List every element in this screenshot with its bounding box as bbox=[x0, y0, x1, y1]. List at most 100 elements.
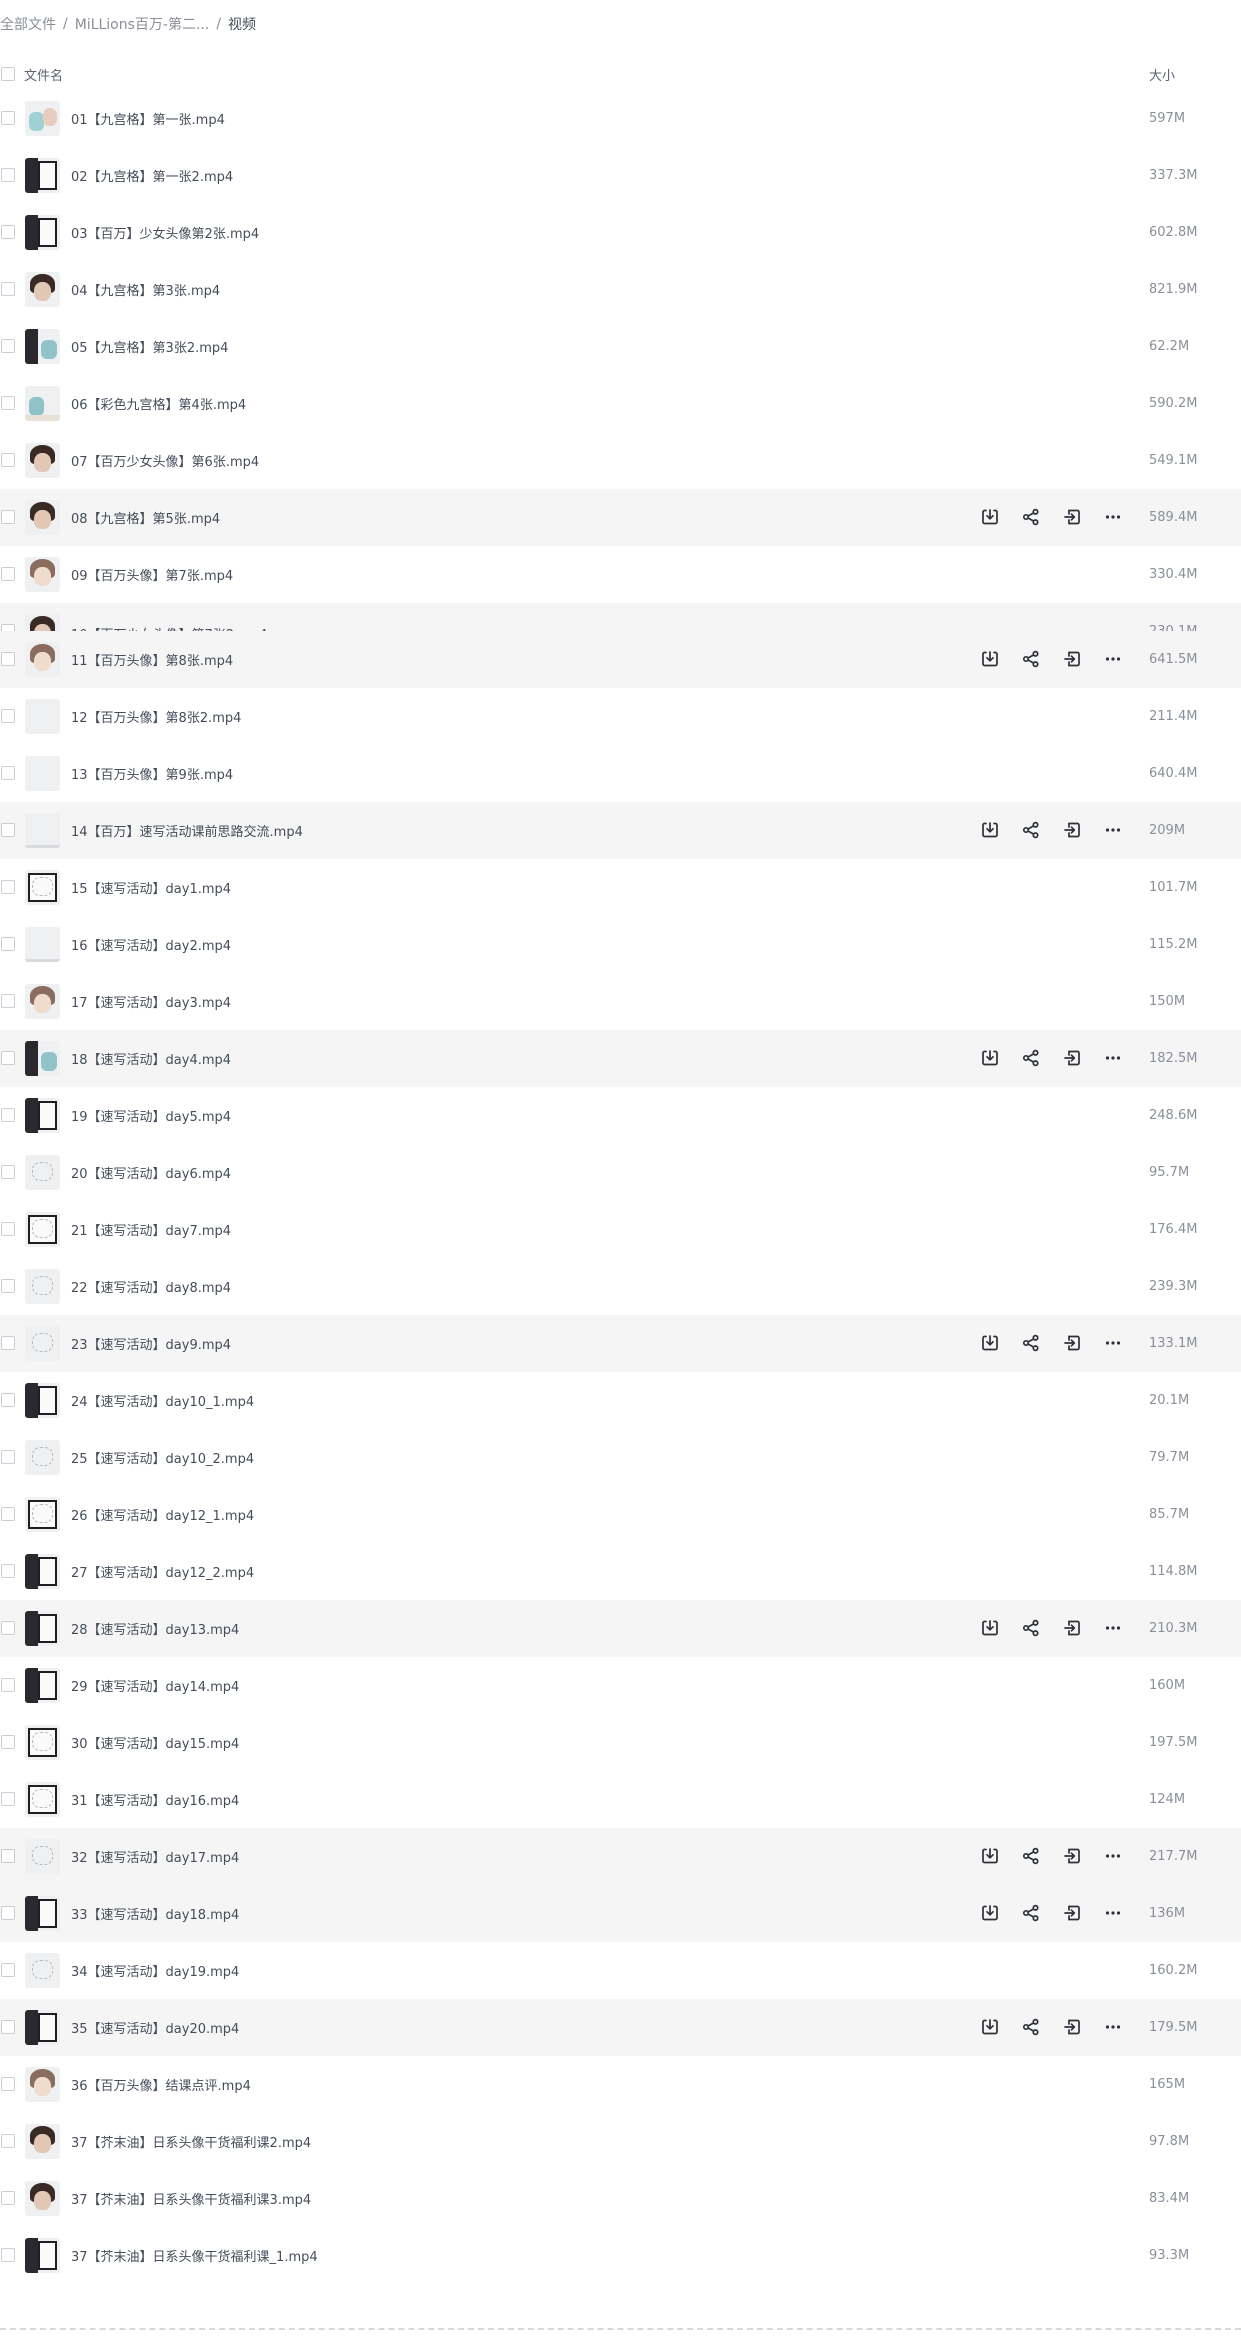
file-row[interactable]: 37【芥末油】日系头像干货福利课3.mp4 83.4M bbox=[0, 2170, 1241, 2227]
move-button[interactable] bbox=[1060, 1901, 1084, 1925]
share-button[interactable] bbox=[1019, 2015, 1043, 2039]
file-name[interactable]: 30【速写活动】day15.mp4 bbox=[71, 1733, 239, 1752]
file-row[interactable]: 26【速写活动】day12_1.mp4 85.7M bbox=[0, 1486, 1241, 1543]
file-name[interactable]: 06【彩色九宫格】第4张.mp4 bbox=[71, 394, 246, 413]
file-row[interactable]: 34【速写活动】day19.mp4 160.2M bbox=[0, 1942, 1241, 1999]
video-thumbnail[interactable] bbox=[25, 813, 60, 848]
video-thumbnail[interactable] bbox=[25, 1269, 60, 1304]
file-row[interactable]: 27【速写活动】day12_2.mp4 114.8M bbox=[0, 1543, 1241, 1600]
more-button[interactable] bbox=[1101, 647, 1125, 671]
file-name[interactable]: 19【速写活动】day5.mp4 bbox=[71, 1106, 231, 1125]
file-row[interactable]: 28【速写活动】day13.mp4 210.3M bbox=[0, 1600, 1241, 1657]
video-thumbnail[interactable] bbox=[25, 500, 60, 535]
file-checkbox[interactable] bbox=[1, 1564, 15, 1578]
file-name[interactable]: 18【速写活动】day4.mp4 bbox=[71, 1049, 231, 1068]
file-row[interactable]: 15【速写活动】day1.mp4 101.7M bbox=[0, 859, 1241, 916]
file-row[interactable]: 30【速写活动】day15.mp4 197.5M bbox=[0, 1714, 1241, 1771]
file-name[interactable]: 28【速写活动】day13.mp4 bbox=[71, 1619, 239, 1638]
more-button[interactable] bbox=[1101, 818, 1125, 842]
file-checkbox[interactable] bbox=[1, 1222, 15, 1236]
file-name[interactable]: 05【九宫格】第3张2.mp4 bbox=[71, 337, 228, 356]
move-button[interactable] bbox=[1060, 505, 1084, 529]
file-row[interactable]: 08【九宫格】第5张.mp4 589.4M bbox=[0, 489, 1241, 546]
file-row[interactable]: 03【百万】少女头像第2张.mp4 602.8M bbox=[0, 204, 1241, 261]
file-checkbox[interactable] bbox=[1, 1393, 15, 1407]
video-thumbnail[interactable] bbox=[25, 158, 60, 193]
video-thumbnail[interactable] bbox=[25, 2238, 60, 2273]
share-button[interactable] bbox=[1019, 505, 1043, 529]
download-button[interactable] bbox=[978, 1616, 1002, 1640]
video-thumbnail[interactable] bbox=[25, 557, 60, 592]
download-button[interactable] bbox=[978, 818, 1002, 842]
file-checkbox[interactable] bbox=[1, 1735, 15, 1749]
share-button[interactable] bbox=[1019, 818, 1043, 842]
file-row[interactable]: 22【速写活动】day8.mp4 239.3M bbox=[0, 1258, 1241, 1315]
file-name[interactable]: 04【九宫格】第3张.mp4 bbox=[71, 280, 220, 299]
file-name[interactable]: 37【芥末油】日系头像干货福利课2.mp4 bbox=[71, 2132, 311, 2151]
file-checkbox[interactable] bbox=[1, 225, 15, 239]
file-checkbox[interactable] bbox=[1, 1051, 15, 1065]
video-thumbnail[interactable] bbox=[25, 443, 60, 478]
file-name[interactable]: 31【速写活动】day16.mp4 bbox=[71, 1790, 239, 1809]
video-thumbnail[interactable] bbox=[25, 2124, 60, 2159]
file-checkbox[interactable] bbox=[1, 396, 15, 410]
video-thumbnail[interactable] bbox=[25, 756, 60, 791]
more-button[interactable] bbox=[1101, 1616, 1125, 1640]
file-name[interactable]: 20【速写活动】day6.mp4 bbox=[71, 1163, 231, 1182]
file-row[interactable]: 21【速写活动】day7.mp4 176.4M bbox=[0, 1201, 1241, 1258]
file-name[interactable]: 01【九宫格】第一张.mp4 bbox=[71, 109, 225, 128]
file-checkbox[interactable] bbox=[1, 880, 15, 894]
file-row[interactable]: 37【芥末油】日系头像干货福利课_1.mp4 93.3M bbox=[0, 2227, 1241, 2284]
download-button[interactable] bbox=[978, 2015, 1002, 2039]
video-thumbnail[interactable] bbox=[25, 1497, 60, 1532]
video-thumbnail[interactable] bbox=[25, 642, 60, 677]
file-checkbox[interactable] bbox=[1, 1792, 15, 1806]
file-row[interactable]: 31【速写活动】day16.mp4 124M bbox=[0, 1771, 1241, 1828]
file-checkbox[interactable] bbox=[1, 823, 15, 837]
file-checkbox[interactable] bbox=[1, 937, 15, 951]
more-button[interactable] bbox=[1101, 2015, 1125, 2039]
file-checkbox[interactable] bbox=[1, 510, 15, 524]
file-row[interactable]: 06【彩色九宫格】第4张.mp4 590.2M bbox=[0, 375, 1241, 432]
file-row[interactable]: 36【百万头像】结课点评.mp4 165M bbox=[0, 2056, 1241, 2113]
select-all-checkbox[interactable] bbox=[1, 67, 15, 81]
file-row[interactable]: 13【百万头像】第9张.mp4 640.4M bbox=[0, 745, 1241, 802]
file-checkbox[interactable] bbox=[1, 1621, 15, 1635]
file-name[interactable]: 11【百万头像】第8张.mp4 bbox=[71, 650, 233, 669]
file-row[interactable]: 17【速写活动】day3.mp4 150M bbox=[0, 973, 1241, 1030]
file-name[interactable]: 14【百万】速写活动课前思路交流.mp4 bbox=[71, 821, 303, 840]
file-row[interactable]: 19【速写活动】day5.mp4 248.6M bbox=[0, 1087, 1241, 1144]
file-name[interactable]: 37【芥末油】日系头像干货福利课_1.mp4 bbox=[71, 2246, 318, 2265]
video-thumbnail[interactable] bbox=[25, 1725, 60, 1760]
file-row[interactable]: 23【速写活动】day9.mp4 133.1M bbox=[0, 1315, 1241, 1372]
file-checkbox[interactable] bbox=[1, 1906, 15, 1920]
file-row[interactable]: 33【速写活动】day18.mp4 136M bbox=[0, 1885, 1241, 1942]
video-thumbnail[interactable] bbox=[25, 101, 60, 136]
file-checkbox[interactable] bbox=[1, 652, 15, 666]
download-button[interactable] bbox=[978, 1046, 1002, 1070]
file-name[interactable]: 13【百万头像】第9张.mp4 bbox=[71, 764, 233, 783]
file-name[interactable]: 15【速写活动】day1.mp4 bbox=[71, 878, 231, 897]
file-name[interactable]: 16【速写活动】day2.mp4 bbox=[71, 935, 231, 954]
file-name[interactable]: 08【九宫格】第5张.mp4 bbox=[71, 508, 220, 527]
more-button[interactable] bbox=[1101, 505, 1125, 529]
file-name[interactable]: 02【九宫格】第一张2.mp4 bbox=[71, 166, 233, 185]
share-button[interactable] bbox=[1019, 647, 1043, 671]
more-button[interactable] bbox=[1101, 1901, 1125, 1925]
video-thumbnail[interactable] bbox=[25, 614, 60, 631]
file-checkbox[interactable] bbox=[1, 766, 15, 780]
file-checkbox[interactable] bbox=[1, 453, 15, 467]
file-name[interactable]: 32【速写活动】day17.mp4 bbox=[71, 1847, 239, 1866]
file-row[interactable]: 04【九宫格】第3张.mp4 821.9M bbox=[0, 261, 1241, 318]
file-row[interactable]: 05【九宫格】第3张2.mp4 62.2M bbox=[0, 318, 1241, 375]
file-checkbox[interactable] bbox=[1, 567, 15, 581]
file-name[interactable]: 29【速写活动】day14.mp4 bbox=[71, 1676, 239, 1695]
video-thumbnail[interactable] bbox=[25, 1440, 60, 1475]
file-row[interactable]: 01【九宫格】第一张.mp4 597M bbox=[0, 90, 1241, 147]
video-thumbnail[interactable] bbox=[25, 1839, 60, 1874]
file-row[interactable]: 20【速写活动】day6.mp4 95.7M bbox=[0, 1144, 1241, 1201]
move-button[interactable] bbox=[1060, 647, 1084, 671]
file-row[interactable]: 11【百万头像】第8张.mp4 641.5M bbox=[0, 631, 1241, 688]
video-thumbnail[interactable] bbox=[25, 1212, 60, 1247]
download-button[interactable] bbox=[978, 505, 1002, 529]
